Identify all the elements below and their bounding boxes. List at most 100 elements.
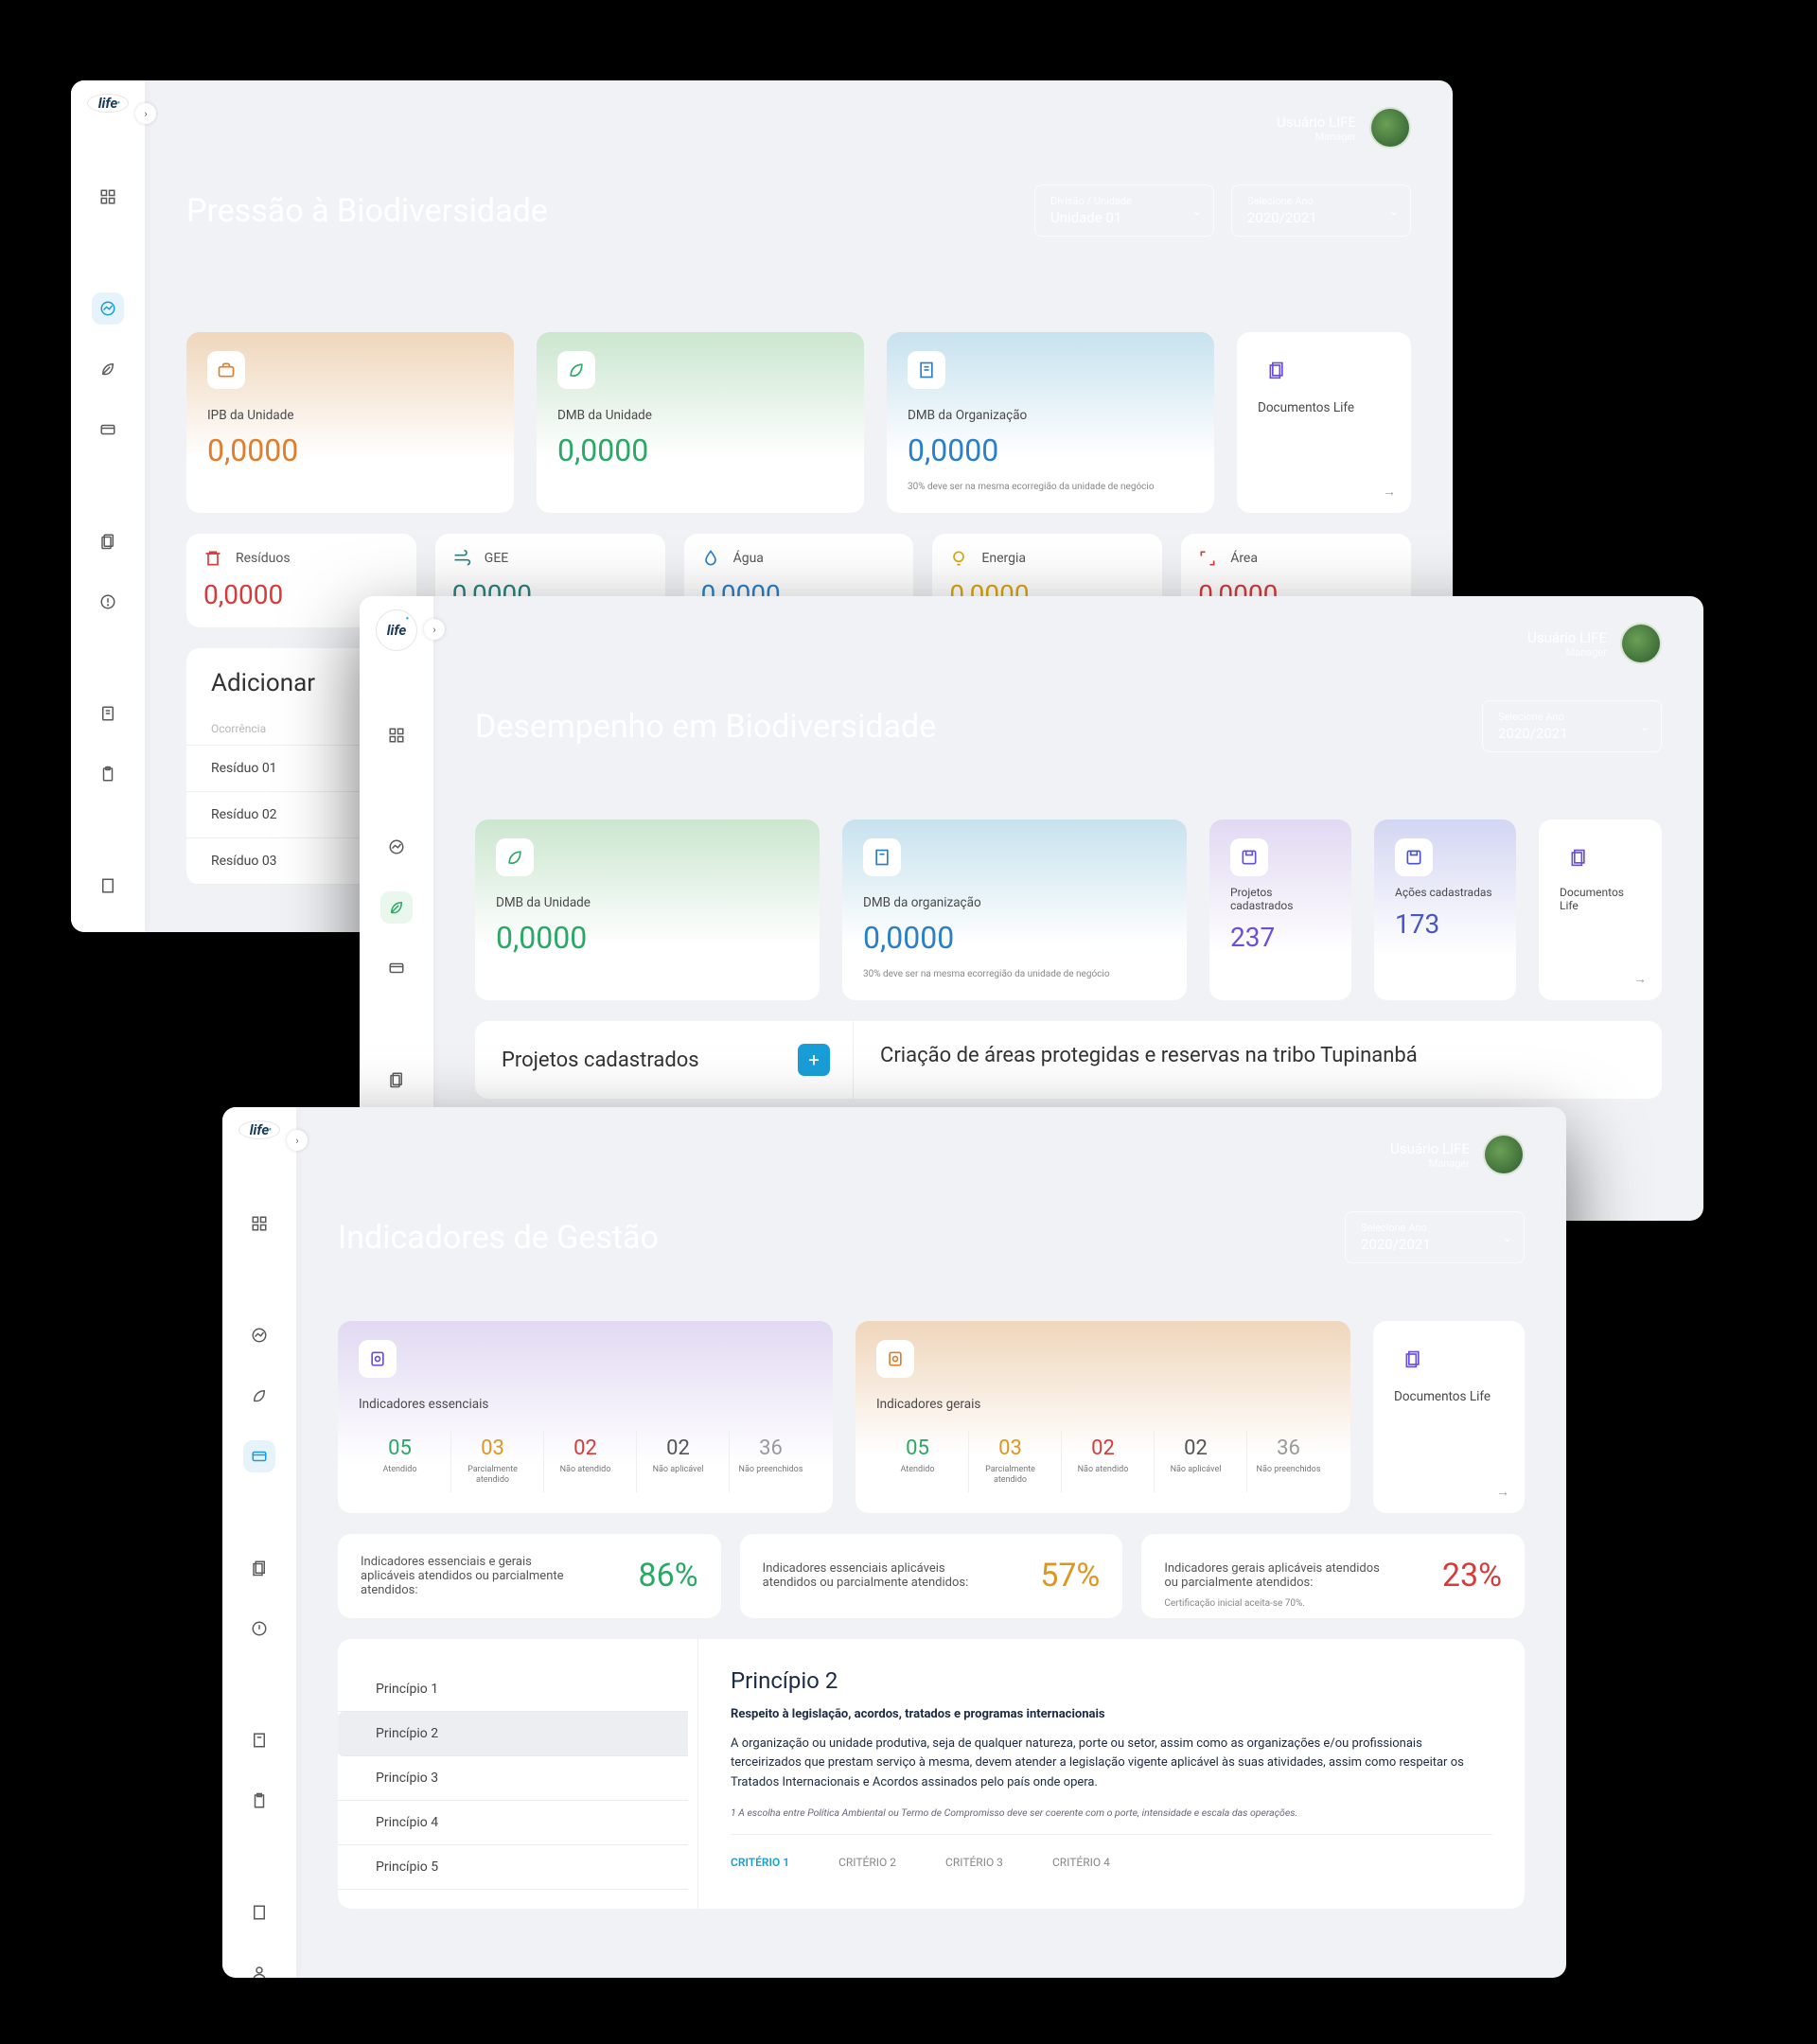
card-ind-essenciais[interactable]: Indicadores essenciais 05 Atendido03 Par… (338, 1321, 833, 1513)
logo[interactable]: life (238, 1120, 280, 1139)
card-projetos[interactable]: Projetos cadastrados 237 (1209, 819, 1351, 1000)
user-name: Usuário LIFE (1390, 1140, 1470, 1157)
user-name: Usuário LIFE (1277, 114, 1356, 131)
nav-card-icon[interactable] (380, 952, 413, 984)
nav-building-icon[interactable] (92, 870, 124, 902)
nav-files-icon[interactable] (380, 1064, 413, 1096)
briefcase-icon (207, 351, 245, 389)
nav-chart-icon[interactable] (243, 1319, 275, 1351)
arrow-right-icon: → (1633, 971, 1647, 987)
building-icon (908, 351, 945, 389)
unit-selector[interactable]: Divisão / Unidade Unidade 01 ⌄ (1034, 185, 1214, 237)
projects-panel: Projetos cadastrados + Criação de áreas … (475, 1021, 1662, 1099)
year-selector[interactable]: Selecione Ano 2020/2021 ⌄ (1345, 1211, 1525, 1263)
principle-item[interactable]: Princípio 2 (338, 1712, 688, 1756)
card-docs[interactable]: Documentos Life → (1373, 1321, 1525, 1513)
user-role: Manager (1527, 646, 1607, 659)
page-title: Desempenho em Biodiversidade (475, 708, 936, 746)
nav-user-icon[interactable] (243, 1957, 275, 1978)
card-ind-gerais[interactable]: Indicadores gerais 05 Atendido03 Parcial… (856, 1321, 1350, 1513)
card-dmbo[interactable]: DMB da Organização 0,0000 30% deve ser n… (887, 332, 1214, 513)
nav-alert-icon[interactable] (92, 586, 124, 618)
user-role: Manager (1390, 1157, 1470, 1170)
document-icon (1560, 838, 1597, 876)
nav-clipboard-icon[interactable] (243, 1785, 275, 1817)
nav-card-icon[interactable] (243, 1440, 275, 1472)
chevron-down-icon: ⌄ (1389, 204, 1399, 218)
principle-item[interactable]: Princípio 3 (338, 1756, 688, 1801)
card-docs[interactable]: Documentos Life → (1539, 819, 1662, 1000)
shield-icon (876, 1340, 914, 1378)
document-icon (1394, 1340, 1432, 1378)
sidebar: life › (71, 80, 145, 932)
pct-all: Indicadores essenciais e gerais aplicáve… (338, 1534, 721, 1618)
logo[interactable]: life (376, 609, 417, 651)
wind-icon (452, 549, 471, 568)
project-selected-title: Criação de áreas protegidas e reservas n… (880, 1044, 1635, 1067)
pct-ger: Indicadores gerais aplicáveis atendidos … (1141, 1534, 1525, 1618)
sidebar-toggle[interactable]: › (287, 1130, 308, 1151)
principle-item[interactable]: Princípio 4 (338, 1801, 688, 1845)
stats-gerais: 05 Atendido03 Parcialmente atendido02 Nã… (876, 1431, 1330, 1492)
nav-apps-icon[interactable] (243, 1207, 275, 1240)
save-icon (1395, 838, 1433, 876)
card-ipb[interactable]: IPB da Unidade 0,0000 (186, 332, 514, 513)
chevron-down-icon: ⌄ (1192, 204, 1202, 218)
user-role: Manager (1277, 131, 1356, 143)
drop-icon (701, 549, 720, 568)
nav-apps-icon[interactable] (380, 719, 413, 751)
nav-files-icon[interactable] (243, 1552, 275, 1584)
chevron-down-icon: ⌄ (1640, 720, 1649, 733)
leaf-icon (557, 351, 595, 389)
nav-chart-icon[interactable] (380, 831, 413, 863)
building-icon (863, 838, 901, 876)
arrow-right-icon: → (1383, 484, 1396, 500)
nav-leaf-icon[interactable] (380, 891, 413, 924)
avatar[interactable] (1483, 1134, 1525, 1175)
sidebar: life › (222, 1107, 296, 1978)
principles-list: Princípio 1Princípio 2Princípio 3Princíp… (338, 1639, 697, 1909)
card-dmbo[interactable]: DMB da organização 0,0000 30% deve ser n… (842, 819, 1187, 1000)
criteria-tab[interactable]: CRITÉRIO 2 (838, 1856, 896, 1869)
card-dmb[interactable]: DMB da Unidade 0,0000 (475, 819, 820, 1000)
card-dmb[interactable]: DMB da Unidade 0,0000 (537, 332, 864, 513)
page-title: Indicadores de Gestão (338, 1219, 659, 1257)
nav-user-icon[interactable] (92, 930, 124, 932)
avatar[interactable] (1369, 107, 1411, 149)
document-icon (1258, 351, 1296, 389)
arrow-right-icon: → (1496, 1484, 1509, 1500)
nav-alert-icon[interactable] (243, 1612, 275, 1645)
nav-apps-icon[interactable] (92, 181, 124, 213)
nav-chart-icon[interactable] (92, 292, 124, 325)
sidebar-toggle[interactable]: › (135, 103, 156, 124)
window-indicadores: life › Usuário LIFE Manager (222, 1107, 1566, 1978)
nav-leaf-icon[interactable] (243, 1380, 275, 1412)
nav-report-icon[interactable] (92, 697, 124, 730)
user-name: Usuário LIFE (1527, 629, 1607, 646)
criteria-tab[interactable]: CRITÉRIO 1 (731, 1856, 789, 1869)
nav-files-icon[interactable] (92, 525, 124, 557)
nav-clipboard-icon[interactable] (92, 758, 124, 790)
card-docs[interactable]: Documentos Life → (1237, 332, 1411, 513)
page-title: Pressão à Biodiversidade (186, 192, 548, 230)
year-selector[interactable]: Selecione Ano 2020/2021 ⌄ (1482, 700, 1662, 752)
nav-building-icon[interactable] (243, 1896, 275, 1929)
card-acoes[interactable]: Ações cadastradas 173 (1374, 819, 1516, 1000)
logo[interactable]: life (87, 94, 129, 113)
avatar[interactable] (1620, 623, 1662, 664)
save-icon (1230, 838, 1268, 876)
nav-card-icon[interactable] (92, 414, 124, 446)
sidebar-toggle[interactable]: › (424, 619, 445, 640)
criteria-tab[interactable]: CRITÉRIO 3 (945, 1856, 1003, 1869)
nav-leaf-icon[interactable] (92, 353, 124, 385)
add-project-button[interactable]: + (798, 1044, 830, 1076)
year-selector[interactable]: Selecione Ano 2020/2021 ⌄ (1231, 185, 1411, 237)
criteria-tabs: CRITÉRIO 1 CRITÉRIO 2 CRITÉRIO 3 CRITÉRIO 4 (731, 1856, 1492, 1869)
principle-item[interactable]: Princípio 5 (338, 1845, 688, 1890)
bulb-icon (949, 549, 968, 568)
maximize-icon (1198, 549, 1217, 568)
nav-report-icon[interactable] (243, 1724, 275, 1756)
criteria-tab[interactable]: CRITÉRIO 4 (1052, 1856, 1110, 1869)
leaf-icon (496, 838, 534, 876)
principle-item[interactable]: Princípio 1 (338, 1667, 688, 1712)
